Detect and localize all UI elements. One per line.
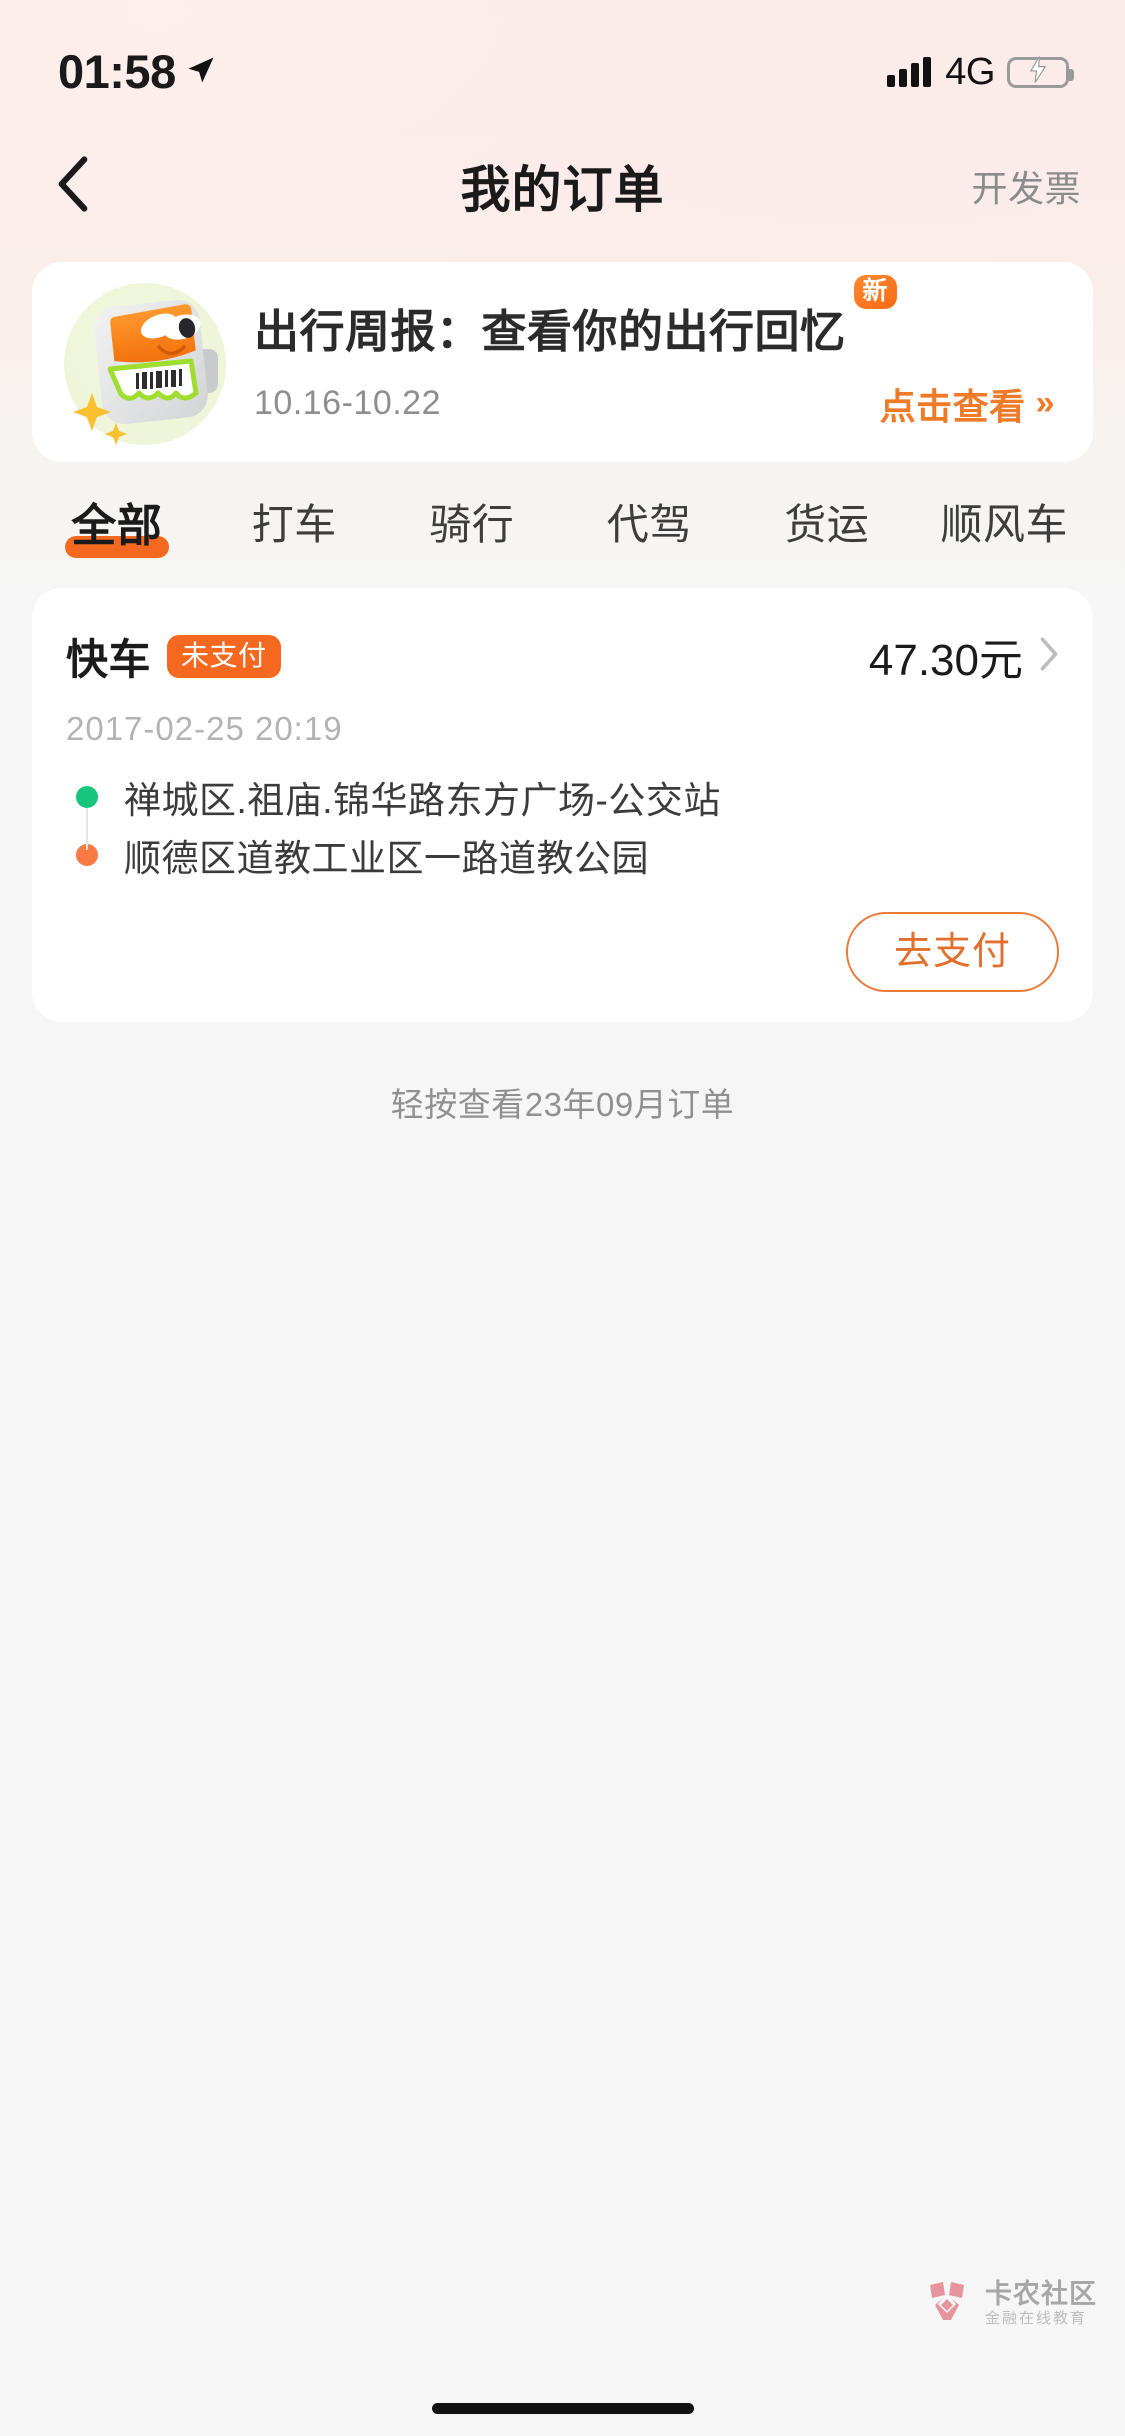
watermark-name: 卡农社区 [985, 2279, 1097, 2309]
new-badge: 新 [853, 274, 897, 309]
banner-title: 出行周报：查看你的出行回忆 [254, 305, 846, 357]
tab-label: 货运 [784, 500, 870, 548]
tab-taxi[interactable]: 打车 [206, 485, 384, 552]
watermark-text: 卡农社区 金融在线教育 [985, 2279, 1097, 2327]
order-price: 47.30元 [868, 636, 1023, 685]
page-root: 01:58 4G 我的订单 开发票 出行周报：查看你的出行回忆 新 10.16-… [0, 0, 1125, 1126]
order-card-actions: 去支付 [66, 912, 1059, 992]
load-more-hint[interactable]: 轻按查看23年09月订单 [0, 1078, 1125, 1126]
weekly-report-banner[interactable]: 出行周报：查看你的出行回忆 新 10.16-10.22 点击查看 » [32, 262, 1093, 462]
destination-address: 顺德区道教工业区一路道教公园 [124, 838, 649, 879]
origin-address: 禅城区.祖庙.锦华路东方广场-公交站 [124, 780, 721, 821]
navigation-bar: 我的订单 开发票 [0, 132, 1125, 240]
signal-bars-icon [887, 57, 932, 87]
status-bar-right: 4G [887, 50, 1074, 94]
tab-all[interactable]: 全部 [28, 483, 206, 558]
tab-label: 全部 [71, 499, 163, 551]
tab-freight[interactable]: 货运 [738, 485, 916, 552]
origin-dot-icon [76, 786, 98, 808]
home-indicator[interactable] [431, 2403, 694, 2414]
route-origin-row: 禅城区.祖庙.锦华路东方广场-公交站 [66, 768, 1059, 826]
double-chevron-right-icon: » [1035, 384, 1055, 422]
status-bar-left: 01:58 [58, 34, 216, 99]
banner-title-row: 出行周报：查看你的出行回忆 新 [254, 274, 1059, 360]
banner-text-block: 出行周报：查看你的出行回忆 新 10.16-10.22 点击查看 » [254, 274, 1059, 430]
kanong-flower-logo-icon [921, 2275, 973, 2332]
banner-date-range: 10.16-10.22 [254, 384, 441, 422]
status-bar: 01:58 4G [0, 0, 1125, 132]
order-route: 禅城区.祖庙.锦华路东方广场-公交站 顺德区道教工业区一路道教公园 [66, 768, 1059, 884]
banner-subtitle-row: 10.16-10.22 点击查看 » [254, 378, 1059, 430]
invoice-button[interactable]: 开发票 [971, 160, 1081, 212]
location-arrow-icon [186, 55, 216, 90]
banner-cta-button[interactable]: 点击查看 » [880, 378, 1055, 430]
status-bar-time: 01:58 [58, 44, 176, 98]
order-datetime: 2017-02-25 20:19 [66, 710, 343, 747]
tab-label: 顺风车 [940, 500, 1068, 548]
pay-now-button[interactable]: 去支付 [845, 912, 1059, 992]
order-status-badge: 未支付 [167, 634, 281, 678]
order-card[interactable]: 快车 未支付 47.30元 2017-02-25 20:19 禅城区.祖庙.锦华… [32, 588, 1093, 1022]
chevron-right-icon [1039, 636, 1059, 677]
order-service-name: 快车 [66, 635, 152, 683]
order-price-group[interactable]: 47.30元 [869, 624, 1059, 688]
route-connector-line [86, 808, 88, 850]
category-tab-bar: 全部 打车 骑行 代驾 货运 顺风车 [0, 462, 1125, 574]
network-type-label: 4G [945, 50, 995, 93]
watermark: 卡农社区 金融在线教育 [921, 2275, 1097, 2332]
watermark-subtitle: 金融在线教育 [985, 2310, 1088, 2327]
order-card-header: 快车 未支付 47.30元 [66, 624, 1059, 688]
tab-bike[interactable]: 骑行 [383, 485, 561, 552]
route-destination-row: 顺德区道教工业区一路道教公园 [66, 826, 1059, 884]
tab-label: 代驾 [606, 500, 692, 548]
battery-charging-icon [1007, 56, 1074, 88]
page-title: 我的订单 [460, 162, 665, 218]
tab-carpool[interactable]: 顺风车 [916, 485, 1094, 552]
robot-mascot-icon [58, 277, 244, 447]
tab-label: 骑行 [429, 500, 515, 548]
tab-designated-driver[interactable]: 代驾 [561, 485, 739, 552]
tab-label: 打车 [251, 500, 337, 548]
banner-cta-label: 点击查看 [879, 385, 1026, 427]
